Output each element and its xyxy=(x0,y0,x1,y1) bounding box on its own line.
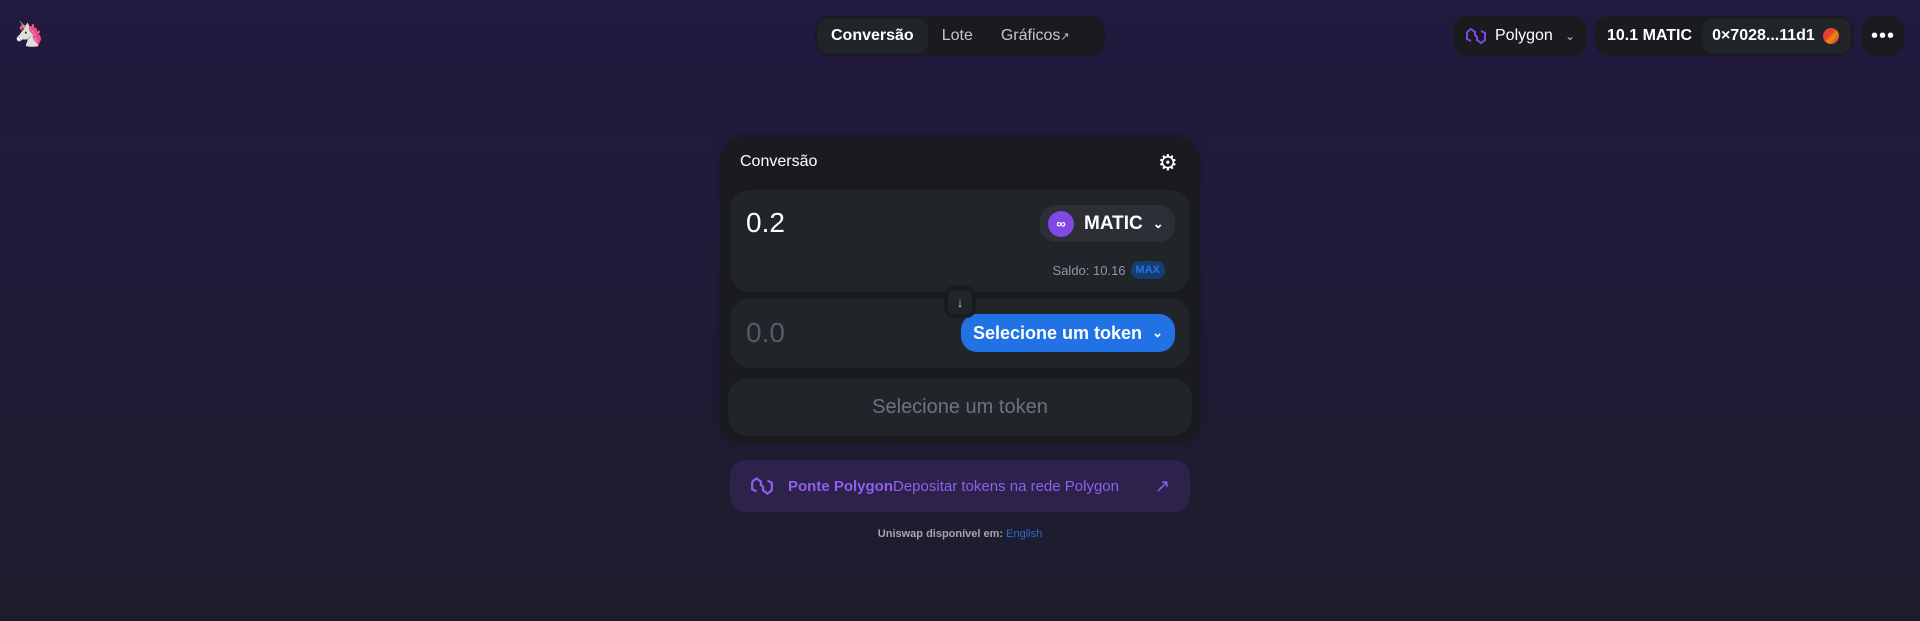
account-pill[interactable]: 10.1 MATIC 0×7028...11d1 xyxy=(1595,16,1853,56)
arrow-up-right-icon: ↗ xyxy=(1154,475,1170,496)
network-selector[interactable]: Polygon ⌄ xyxy=(1453,16,1587,56)
polygon-bridge-banner[interactable]: Ponte Polygon Depositar tokens na rede P… xyxy=(730,460,1190,512)
nav-tabs: Conversão Lote Gráficos ↗ xyxy=(815,16,1105,56)
tab-charts-label: Gráficos xyxy=(1000,27,1061,44)
balance-row: Saldo: 10.16 MAX xyxy=(1053,261,1165,279)
wallet-address-button[interactable]: 0×7028...11d1 xyxy=(1702,18,1851,54)
more-icon: ••• xyxy=(1870,24,1895,47)
language-link-english[interactable]: English xyxy=(1006,528,1042,540)
max-button[interactable]: MAX xyxy=(1130,261,1165,279)
balance-label: Saldo: 10.16 xyxy=(1052,262,1126,278)
language-footer: Uniswap disponível em: English xyxy=(0,528,1920,540)
bridge-description: Depositar tokens na rede Polygon xyxy=(893,477,1119,495)
input-token-symbol: MATIC xyxy=(1084,212,1143,234)
swap-direction-arrow-icon[interactable]: ↓ xyxy=(944,286,976,318)
wallet-address: 0×7028...11d1 xyxy=(1712,27,1815,44)
output-amount-input[interactable]: 0.0 xyxy=(746,317,785,349)
select-token-label: Selecione um token xyxy=(973,322,1143,343)
account-balance: 10.1 MATIC xyxy=(1607,27,1693,44)
polygon-icon xyxy=(751,477,773,495)
chevron-down-icon: ⌄ xyxy=(1152,325,1163,340)
tab-pool[interactable]: Lote xyxy=(928,18,987,54)
input-token-selector[interactable]: ∞ MATIC ⌄ xyxy=(1040,205,1175,242)
input-panel: 0.2 ∞ MATIC ⌄ Saldo: 10.16 MAX xyxy=(730,190,1190,292)
chevron-down-icon: ⌄ xyxy=(1152,215,1164,231)
matic-token-icon: ∞ xyxy=(1048,210,1074,237)
bridge-title: Ponte Polygon xyxy=(788,477,893,495)
uniswap-logo-icon[interactable]: 🦄 xyxy=(14,20,44,48)
settings-gear-icon[interactable]: ⚙ xyxy=(1158,150,1178,176)
swap-card: Conversão ⚙ 0.2 ∞ MATIC ⌄ Saldo: 10.16 M… xyxy=(720,137,1200,443)
tab-charts[interactable]: Gráficos ↗ xyxy=(987,18,1084,54)
network-label: Polygon xyxy=(1495,27,1553,44)
swap-action-button[interactable]: Selecione um token xyxy=(728,378,1192,436)
wallet-avatar-icon xyxy=(1822,28,1839,44)
more-menu-button[interactable]: ••• xyxy=(1862,16,1904,56)
external-link-icon: ↗ xyxy=(1060,30,1070,43)
footer-text: Uniswap disponível em: xyxy=(877,528,1007,540)
tab-swap[interactable]: Conversão xyxy=(817,18,928,54)
select-token-button[interactable]: Selecione um token ⌄ xyxy=(961,314,1175,352)
swap-title: Conversão xyxy=(740,153,818,170)
input-amount[interactable]: 0.2 xyxy=(746,207,785,239)
polygon-icon xyxy=(1466,27,1486,45)
chevron-down-icon: ⌄ xyxy=(1564,29,1575,43)
